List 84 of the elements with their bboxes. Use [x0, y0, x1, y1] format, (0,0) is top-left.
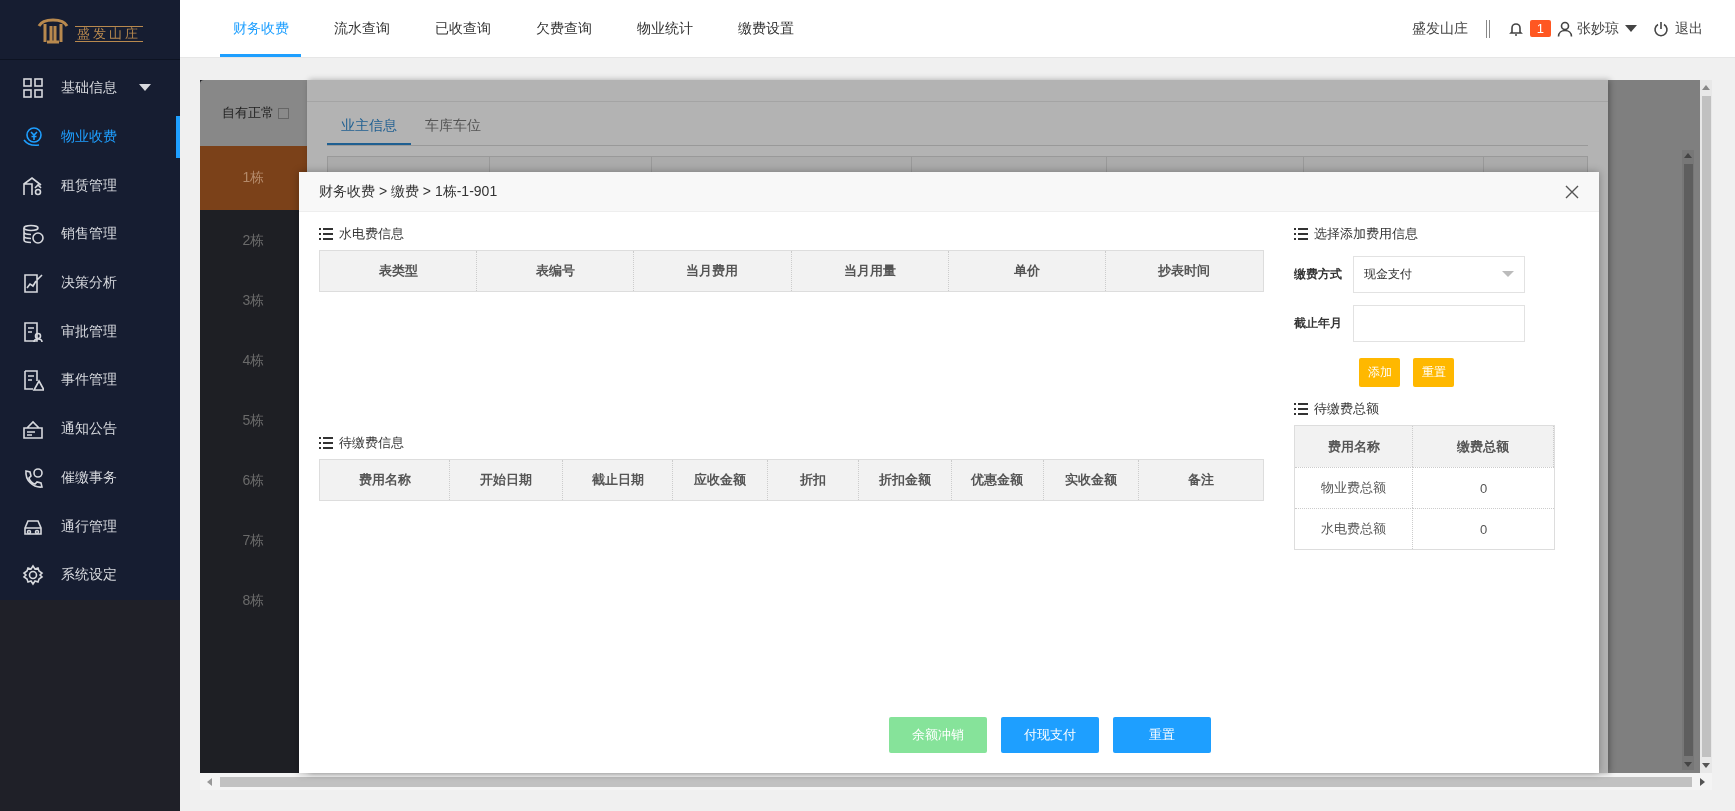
- sidebar-item[interactable]: 通行管理: [0, 502, 180, 551]
- column-header: 单价: [948, 251, 1106, 291]
- sidebar-item[interactable]: 事件管理: [0, 356, 180, 405]
- sidebar-item[interactable]: 物业收费: [0, 112, 180, 162]
- column-header: 费用名称: [320, 460, 451, 500]
- list-icon: [1294, 403, 1308, 415]
- select-field[interactable]: 现金支付: [1353, 256, 1525, 293]
- column-header: 折扣: [768, 460, 859, 500]
- field-label: 缴费方式: [1294, 266, 1343, 283]
- table-cell: 0: [1413, 467, 1554, 508]
- column-header: 应收金额: [673, 460, 769, 500]
- sidebar-item[interactable]: 基础信息: [0, 64, 180, 113]
- scrollbar[interactable]: [1700, 80, 1712, 773]
- list-icon: [319, 228, 333, 240]
- up-arrow-icon: [1702, 84, 1710, 92]
- column-header: 当月用量: [791, 251, 949, 291]
- yen-hand-icon: [22, 126, 44, 149]
- nav-tab[interactable]: 已收查询: [422, 0, 503, 57]
- column-header: 表编号: [477, 251, 635, 291]
- phone-icon: [22, 466, 44, 489]
- column-header: 缴费总额: [1413, 426, 1554, 467]
- field-label: 截止年月: [1294, 315, 1343, 332]
- checkbox[interactable]: [278, 107, 289, 119]
- breadcrumb: 财务收费 > 缴费 > 1栋-1-901: [319, 182, 498, 201]
- logo-text: 盛发山庄: [75, 25, 143, 42]
- column-header: 表类型: [320, 251, 478, 291]
- caret-down-icon: [1502, 271, 1514, 278]
- sidebar-item[interactable]: 租赁管理: [0, 161, 180, 211]
- down-arrow-icon: [1684, 760, 1692, 768]
- nav-tab[interactable]: 流水查询: [321, 0, 402, 57]
- column-header: 备注: [1139, 460, 1263, 500]
- notice-icon: [22, 418, 44, 441]
- bell-icon[interactable]: [1507, 20, 1524, 37]
- grid-icon: [22, 77, 44, 100]
- dialog-tab[interactable]: 车库车位: [411, 117, 495, 145]
- column-header: 开始日期: [450, 460, 563, 500]
- table-cell: 物业费总额: [1295, 467, 1413, 508]
- user-menu[interactable]: 张妙琼: [1577, 19, 1619, 38]
- column-header: 截止日期: [562, 460, 674, 500]
- table-cell: 水电费总额: [1295, 508, 1413, 549]
- document-person-icon: [22, 320, 44, 343]
- nav-tab[interactable]: 欠费查询: [523, 0, 604, 57]
- section-title: 选择添加费用信息: [1314, 225, 1418, 243]
- column-header: 当月费用: [634, 251, 792, 291]
- document-warning-icon: [22, 369, 44, 392]
- column-header: 优惠金额: [951, 460, 1045, 500]
- section-title: 待缴费总额: [1314, 400, 1379, 418]
- logout-link[interactable]: 退出: [1675, 19, 1703, 38]
- power-icon[interactable]: [1653, 20, 1669, 37]
- sidebar-item[interactable]: 决策分析: [0, 258, 180, 308]
- house-gear-icon: [22, 174, 44, 197]
- list-icon: [1294, 228, 1308, 240]
- left-arrow-icon: [206, 777, 214, 786]
- site-name: 盛发山庄: [1411, 19, 1468, 38]
- table-cell: 0: [1413, 508, 1554, 549]
- section-title: 水电费信息: [339, 225, 404, 243]
- sidebar-item[interactable]: 审批管理: [0, 307, 180, 357]
- list-icon: [319, 437, 333, 449]
- coins-icon: [22, 223, 44, 246]
- column-header: 实收金额: [1044, 460, 1140, 500]
- column-header: 费用名称: [1295, 426, 1413, 467]
- scrollbar[interactable]: [1682, 150, 1694, 770]
- caret-down-icon: [139, 84, 151, 93]
- chart-edit-icon: [22, 272, 44, 295]
- right-arrow-icon: [1698, 777, 1706, 786]
- close-icon[interactable]: [1565, 184, 1579, 199]
- filter-label: 自有正常: [222, 104, 274, 122]
- gear-icon: [22, 564, 44, 587]
- up-arrow-icon: [1684, 152, 1692, 160]
- input-field[interactable]: [1353, 305, 1525, 342]
- section-title: 待缴费信息: [339, 434, 404, 452]
- scrollbar[interactable]: [200, 773, 1712, 790]
- down-arrow-icon: [1702, 761, 1710, 769]
- column-header: 折扣金额: [858, 460, 952, 500]
- sidebar-item[interactable]: 系统设定: [0, 550, 180, 600]
- user-icon: [1557, 20, 1573, 37]
- column-header: 抄表时间: [1105, 251, 1263, 291]
- sidebar-item[interactable]: 销售管理: [0, 210, 180, 259]
- nav-tab[interactable]: 缴费设置: [725, 0, 806, 57]
- caret-down-icon: [1625, 24, 1637, 33]
- nav-tab[interactable]: 物业统计: [624, 0, 705, 57]
- sidebar-item[interactable]: 通知公告: [0, 404, 180, 454]
- notification-badge: 1: [1529, 20, 1551, 37]
- sidebar-item[interactable]: 催缴事务: [0, 453, 180, 503]
